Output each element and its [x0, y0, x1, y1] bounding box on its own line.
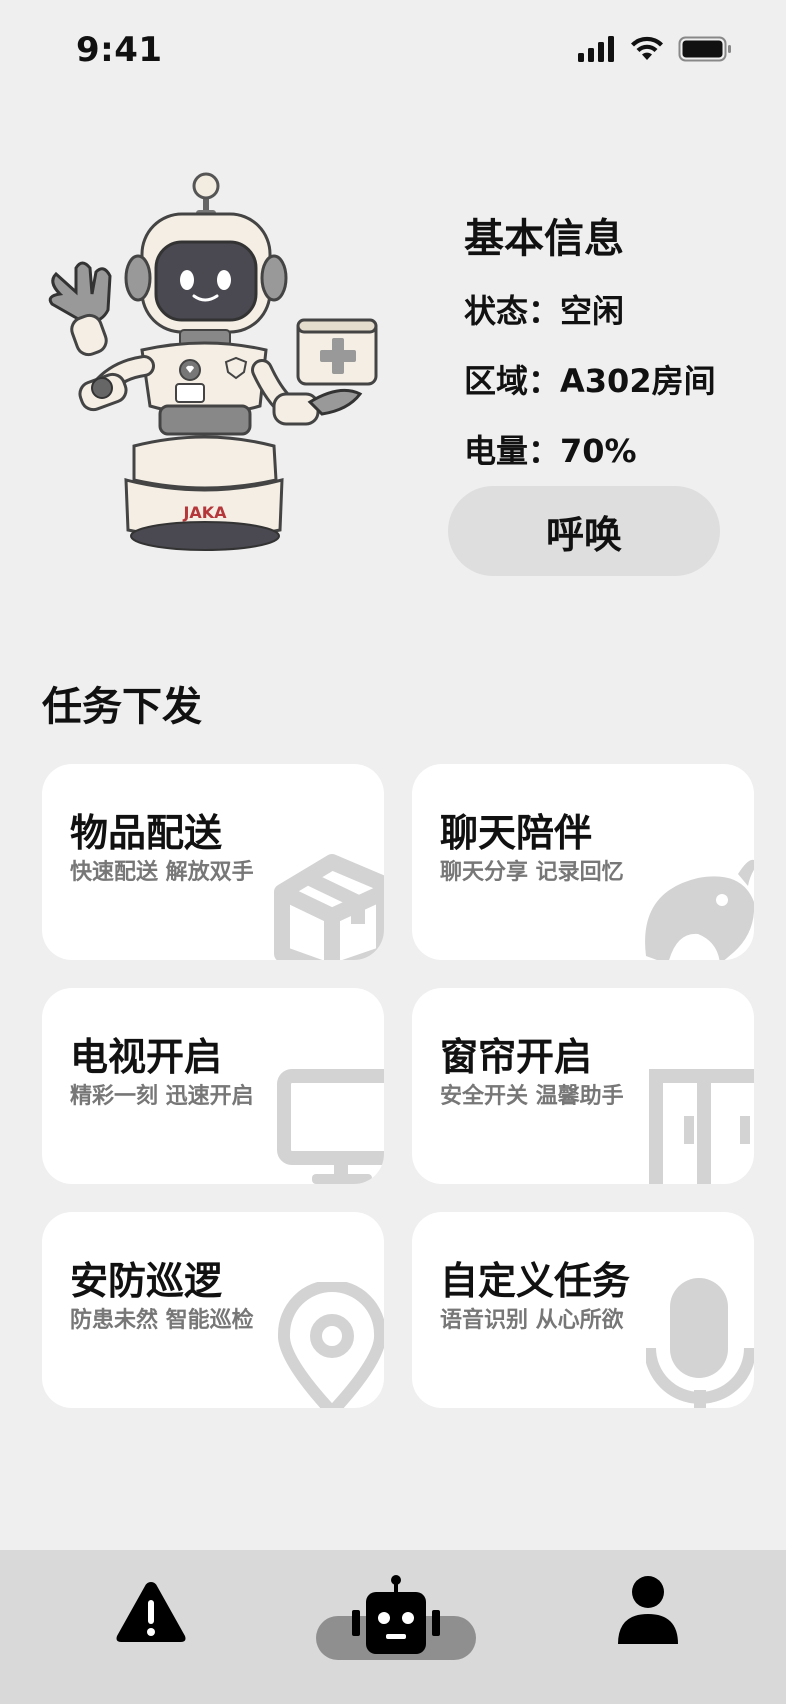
- task-title: 安防巡逻: [70, 1259, 223, 1303]
- task-subtitle: 安全开关 温馨助手: [440, 1084, 624, 1109]
- status-value: 空闲: [560, 292, 625, 330]
- battery-value: 70%: [560, 432, 637, 470]
- task-subtitle: 快速配送 解放双手: [70, 860, 254, 885]
- task-card-custom[interactable]: 自定义任务 语音识别 从心所欲: [412, 1212, 754, 1408]
- task-card-curtain[interactable]: 窗帘开启 安全开关 温馨助手: [412, 988, 754, 1184]
- task-title: 物品配送: [70, 811, 223, 855]
- battery-row: 电量：70%: [464, 426, 637, 472]
- task-subtitle: 聊天分享 记录回忆: [440, 860, 624, 885]
- task-subtitle: 精彩一刻 迅速开启: [70, 1084, 254, 1109]
- task-card-tv[interactable]: 电视开启 精彩一刻 迅速开启: [42, 988, 384, 1184]
- area-label: 区域：: [464, 362, 561, 400]
- alert-icon: [116, 1582, 186, 1642]
- tab-alert[interactable]: [110, 1572, 192, 1652]
- curtain-icon: [649, 1069, 754, 1184]
- area-value: A302房间: [560, 362, 716, 400]
- status-row: 状态：空闲: [464, 286, 624, 332]
- task-card-chat[interactable]: 聊天陪伴 聊天分享 记录回忆: [412, 764, 754, 960]
- tab-bar: [0, 1550, 786, 1704]
- status-bar: 9:41: [0, 0, 786, 100]
- svg-text:JAKA: JAKA: [182, 503, 227, 522]
- location-pin-icon: [278, 1282, 384, 1408]
- robot-illustration: JAKA: [30, 170, 390, 580]
- area-row: 区域：A302房间: [464, 356, 716, 402]
- battery-icon: [678, 36, 731, 62]
- task-title: 聊天陪伴: [440, 811, 593, 855]
- info-title: 基本信息: [464, 216, 624, 262]
- task-title: 自定义任务: [440, 1259, 631, 1303]
- tab-profile[interactable]: [612, 1568, 684, 1652]
- robot-icon: [352, 1575, 440, 1654]
- wifi-icon: [631, 36, 663, 60]
- profile-icon: [618, 1576, 678, 1644]
- call-button[interactable]: 呼唤: [448, 486, 720, 576]
- box-icon: [274, 854, 384, 960]
- task-title: 电视开启: [70, 1035, 223, 1079]
- tv-icon: [277, 1069, 384, 1184]
- tab-robot[interactable]: [316, 1562, 476, 1672]
- microphone-icon: [646, 1278, 754, 1408]
- task-title: 窗帘开启: [440, 1035, 593, 1079]
- task-subtitle: 防患未然 智能巡检: [70, 1308, 254, 1333]
- task-card-delivery[interactable]: 物品配送 快速配送 解放双手: [42, 764, 384, 960]
- battery-label: 电量：: [464, 432, 561, 470]
- chat-companion-icon: [645, 859, 754, 960]
- status-icons: [578, 36, 732, 62]
- cellular-signal-icon: [578, 36, 614, 62]
- task-card-patrol[interactable]: 安防巡逻 防患未然 智能巡检: [42, 1212, 384, 1408]
- status-time: 9:41: [76, 30, 163, 70]
- task-subtitle: 语音识别 从心所欲: [440, 1308, 624, 1333]
- status-label: 状态：: [464, 292, 561, 330]
- section-title-tasks: 任务下发: [42, 684, 202, 730]
